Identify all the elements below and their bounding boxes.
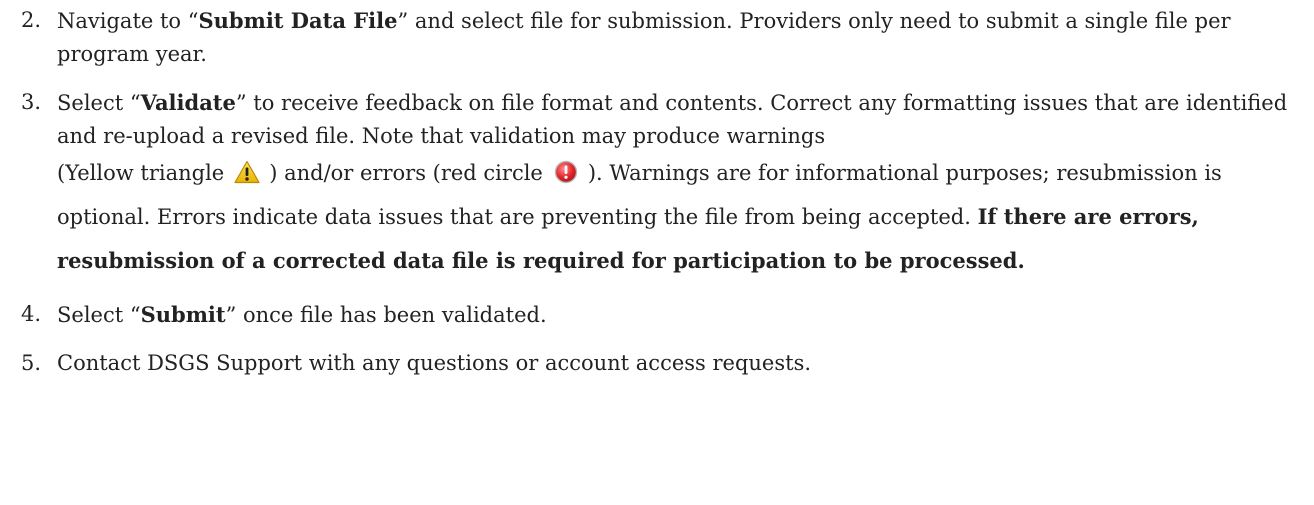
list-item-text: Select “Validate” to receive feedback on…: [57, 86, 1300, 153]
list-number: 2.: [21, 8, 42, 32]
list-item: 3. Select “Validate” to receive feedback…: [0, 86, 1314, 283]
instructions-document: 2. Navigate to “Submit Data File” and se…: [0, 0, 1314, 380]
list-item: 5. Contact DSGS Support with any questio…: [0, 347, 1314, 380]
list-item: 2. Navigate to “Submit Data File” and se…: [0, 4, 1314, 71]
warning-triangle-icon: [234, 160, 260, 184]
bold-term: Validate: [140, 90, 236, 115]
list-item-text: Select “Submit” once file has been valid…: [57, 298, 1300, 332]
list-number: 4.: [21, 302, 42, 326]
list-number: 5.: [21, 351, 42, 375]
list-item-text: Contact DSGS Support with any questions …: [57, 351, 812, 375]
list-item-text-continued: (Yellow triangle ) and/or errors (red cir…: [57, 151, 1300, 283]
text-segment: Navigate to “: [57, 9, 199, 33]
text-segment: ” once file has been validated.: [225, 303, 547, 327]
list-item: 4. Select “Submit” once file has been va…: [0, 298, 1314, 332]
list-item-text: Navigate to “Submit Data File” and selec…: [57, 4, 1300, 71]
bold-term: Submit Data File: [198, 8, 398, 33]
text-segment: Select “: [57, 91, 141, 115]
text-segment: ” to receive feedback on file format and…: [57, 91, 1288, 148]
list-number: 3.: [21, 90, 42, 114]
text-segment: Select “: [57, 303, 141, 327]
text-segment: (Yellow triangle: [57, 161, 225, 185]
text-segment: ) and/or errors (red circle: [269, 161, 543, 185]
error-circle-icon: [553, 160, 579, 184]
bold-term: Submit: [140, 302, 226, 327]
